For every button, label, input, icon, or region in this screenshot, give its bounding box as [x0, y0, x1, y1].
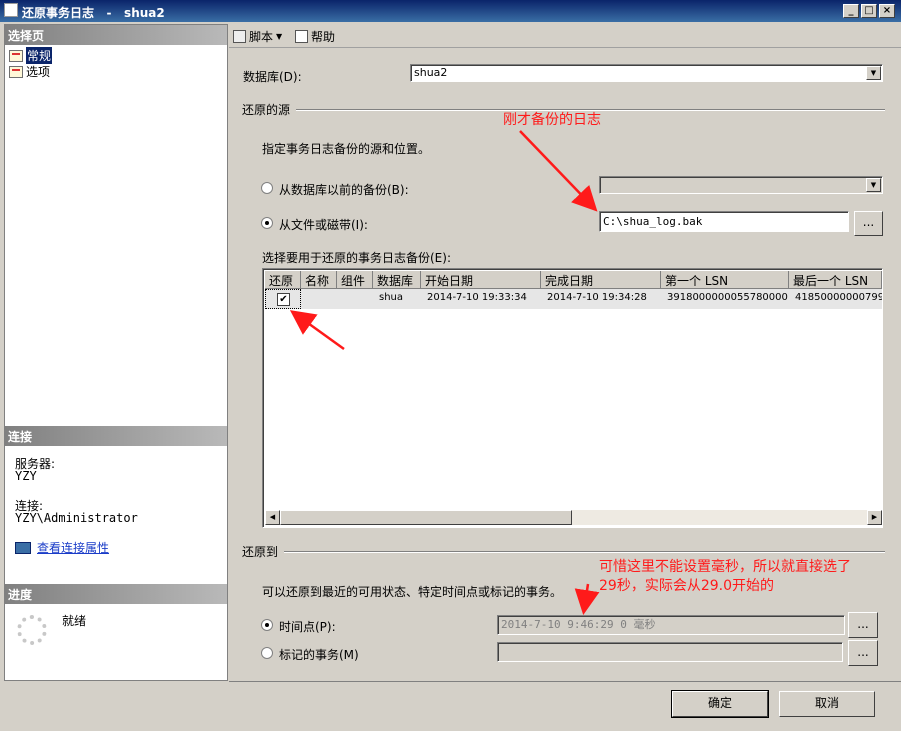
arrow-to-point-in-time	[574, 583, 600, 615]
annotation-arrows	[289, 130, 600, 615]
arrow-to-checkbox	[289, 310, 345, 351]
arrow-to-file-path	[519, 130, 598, 212]
